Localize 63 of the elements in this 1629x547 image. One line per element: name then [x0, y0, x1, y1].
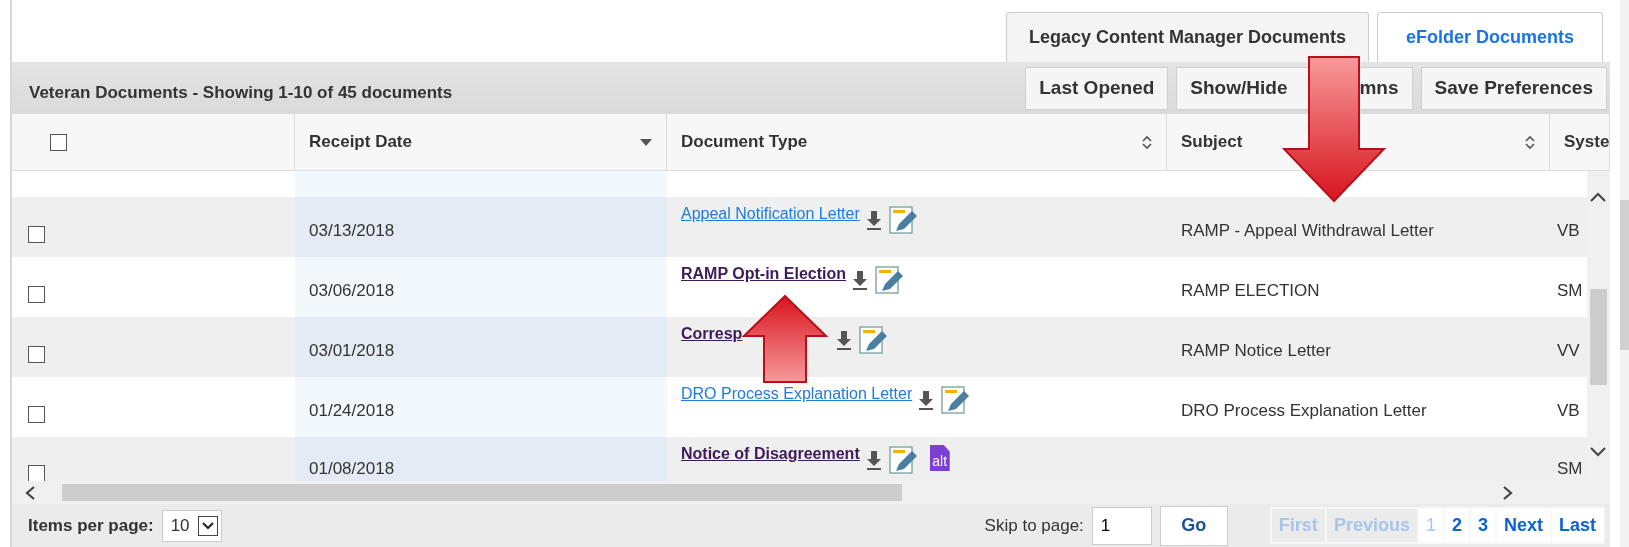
receipt-date: 01/24/2018 [309, 401, 395, 421]
page-scrollbar[interactable] [1620, 0, 1629, 547]
scroll-right-icon[interactable] [1502, 486, 1514, 500]
table-title: Veteran Documents - Showing 1-10 of 45 documents [29, 82, 454, 103]
go-button[interactable]: Go [1159, 505, 1228, 546]
scroll-down-icon[interactable] [1590, 446, 1606, 458]
select-all-checkbox[interactable] [50, 133, 67, 151]
scroll-left-icon[interactable] [24, 486, 36, 500]
receipt-date: 01/08/2018 [309, 459, 395, 479]
tab[interactable]: Legacy Content Manager Documents [1005, 12, 1369, 62]
system: SM [1557, 281, 1583, 301]
scroll-up-icon[interactable] [1590, 191, 1606, 203]
system: VB [1557, 221, 1580, 241]
edit-document-icon[interactable] [887, 445, 920, 475]
subject: RAMP - Appeal Withdrawal Letter [1181, 221, 1434, 241]
skip-to-page-label: Skip to page: [984, 515, 1084, 536]
vertical-scrollbar[interactable] [1587, 171, 1610, 481]
download-icon[interactable] [836, 330, 853, 350]
items-per-page-label: Items per page: [28, 515, 154, 536]
horizontal-scrollbar[interactable] [12, 481, 1610, 504]
subject: RAMP Notice Letter [1181, 341, 1331, 361]
items-per-page-select[interactable]: 10 [161, 509, 222, 542]
column-header[interactable]: Syste [1550, 114, 1610, 170]
document-link[interactable]: DRO Process Explanation Letter [681, 385, 913, 403]
row-checkbox[interactable] [28, 405, 45, 423]
document-link[interactable]: Corresp [681, 325, 743, 343]
scroll-thumb[interactable] [62, 484, 902, 501]
document-link[interactable]: Notice of Disagreement [681, 445, 860, 463]
document-link[interactable]: RAMP Opt-in Election [681, 265, 847, 283]
download-icon[interactable] [852, 270, 869, 290]
edit-document-icon[interactable] [887, 205, 920, 235]
system: SM [1557, 459, 1583, 479]
page-link[interactable]: 3 [1470, 509, 1495, 542]
subject: RAMP ELECTION [1181, 281, 1320, 301]
receipt-date: 03/06/2018 [309, 281, 395, 301]
system: VV [1557, 341, 1580, 361]
column-header[interactable]: Receipt Date [295, 114, 667, 170]
receipt-date: 03/01/2018 [309, 341, 395, 361]
sort-descending-icon[interactable] [640, 138, 652, 146]
page-input[interactable]: 1 [1091, 506, 1152, 545]
caret-icon[interactable] [201, 521, 214, 530]
alt-badge[interactable]: alt [929, 445, 950, 471]
subject: DRO Process Explanation Letter [1181, 401, 1427, 421]
receipt-date: 03/13/2018 [309, 221, 395, 241]
tab[interactable]: eFolder Documents [1376, 12, 1603, 62]
download-icon[interactable] [865, 450, 882, 470]
document-link[interactable]: Appeal Notification Letter [681, 205, 860, 223]
download-icon[interactable] [865, 210, 882, 230]
page-link[interactable]: 2 [1444, 509, 1469, 542]
download-icon[interactable] [918, 390, 935, 410]
toolbar-button[interactable]: Last Opened [1025, 66, 1169, 110]
column-header[interactable]: Document Type [667, 114, 1167, 170]
row-checkbox[interactable] [28, 345, 45, 363]
row-checkbox[interactable] [28, 225, 45, 243]
sort-icon[interactable] [1525, 134, 1535, 150]
page-link[interactable]: Next [1496, 509, 1550, 542]
scroll-thumb[interactable] [1590, 289, 1607, 385]
toolbar-button[interactable]: Save Preferences [1420, 66, 1607, 110]
row-checkbox[interactable] [28, 285, 45, 303]
system: VB [1557, 401, 1580, 421]
row-checkbox[interactable] [28, 465, 45, 481]
sort-icon[interactable] [1142, 134, 1152, 150]
page-link[interactable]: Last [1552, 509, 1603, 542]
